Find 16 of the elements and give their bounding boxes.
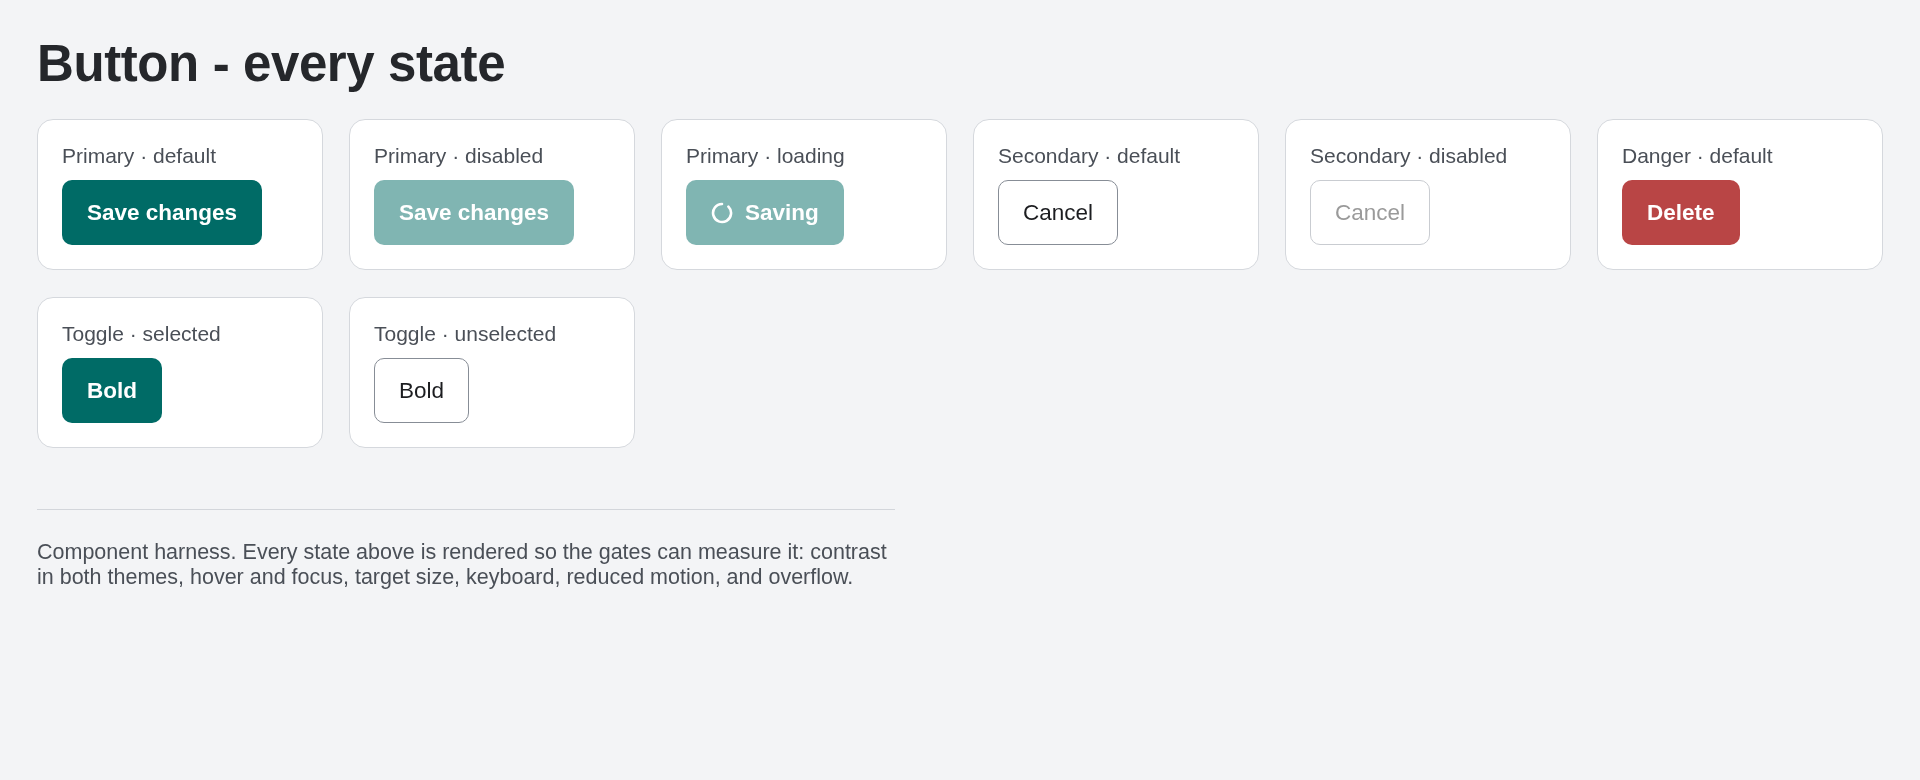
spinner-icon (711, 201, 733, 224)
demo-button[interactable]: Bold (374, 358, 470, 423)
variant-label: Danger · default (1622, 144, 1773, 168)
page-title: Button - every state (37, 34, 507, 94)
demo-button[interactable]: Bold (62, 358, 162, 423)
variant-label: Primary · default (62, 144, 217, 168)
variant-label: Primary · loading (686, 144, 845, 168)
variant-label: Secondary · default (998, 144, 1181, 168)
variant-label: Toggle · unselected (374, 322, 557, 346)
footer-note: Component harness. Every state above is rendered so the gates can measure it: contrast in both themes, hover and focus, target size, keyboard, reduced motion, and overflow. (37, 540, 888, 590)
variant-label: Primary · disabled (374, 144, 544, 168)
demo-button[interactable]: Save changes (62, 180, 263, 245)
demo-button[interactable]: Cancel (998, 180, 1119, 245)
demo-button[interactable]: Delete (1622, 180, 1740, 245)
variant-label: Toggle · selected (62, 322, 221, 346)
variant-label: Secondary · disabled (1310, 144, 1508, 168)
